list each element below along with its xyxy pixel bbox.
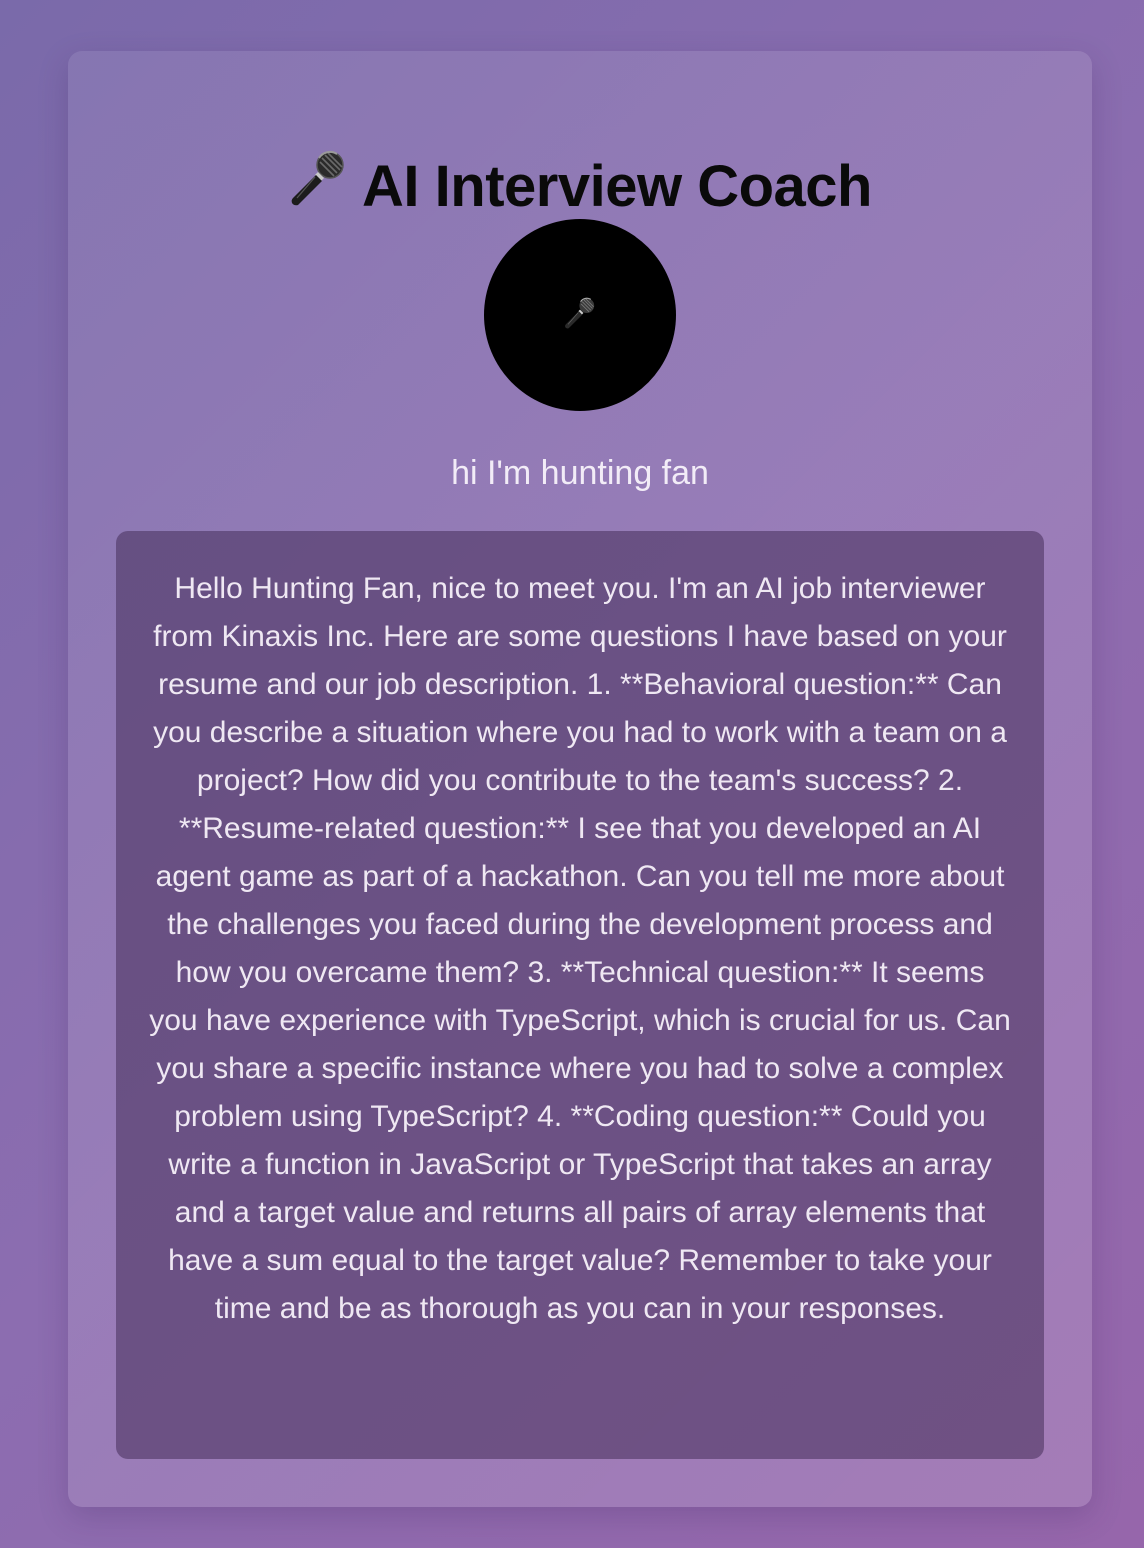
interview-card: AI Interview Coach hi I'm hunting fan He… [68, 51, 1092, 1507]
user-transcript: hi I'm hunting fan [451, 454, 709, 492]
microphone-icon [288, 148, 348, 225]
page-title-text: AI Interview Coach [362, 154, 872, 219]
microphone-icon [563, 296, 597, 335]
ai-response-text: Hello Hunting Fan, nice to meet you. I'm… [149, 572, 1011, 1325]
ai-response-panel: Hello Hunting Fan, nice to meet you. I'm… [116, 531, 1044, 1459]
voice-record-button[interactable] [484, 219, 676, 411]
page-title: AI Interview Coach [68, 151, 1092, 229]
